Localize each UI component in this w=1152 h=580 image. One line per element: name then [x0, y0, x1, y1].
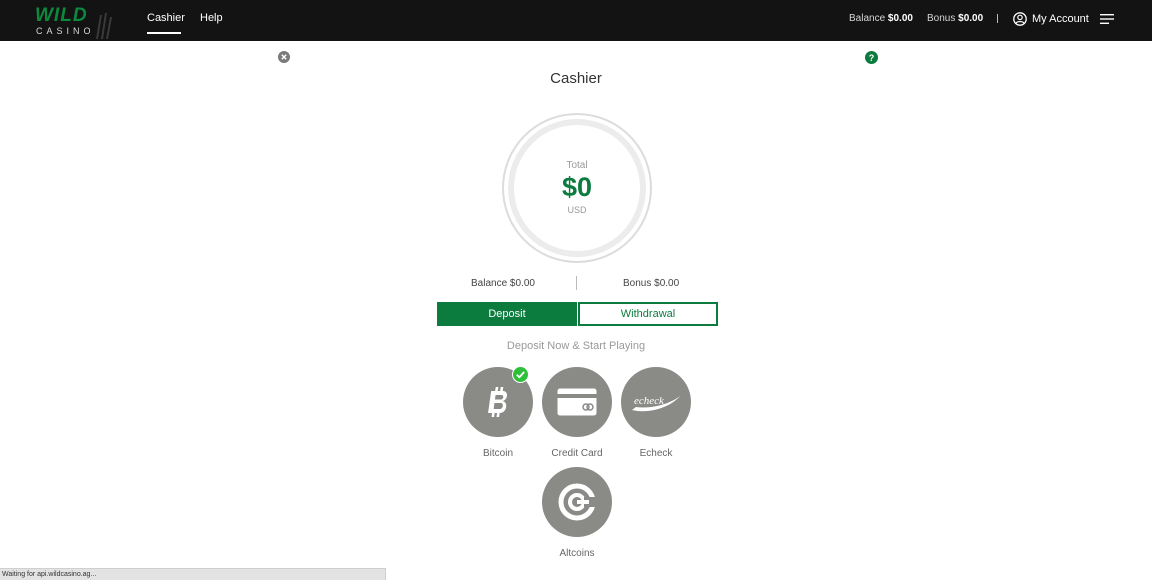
my-account-link[interactable]: My Account — [1032, 13, 1089, 25]
total-label: Total — [566, 160, 588, 171]
close-circle-icon[interactable] — [278, 51, 290, 63]
logo-wordmark: WILD — [35, 5, 88, 26]
wild-casino-logo[interactable]: WILD CASINO — [32, 5, 112, 39]
header-bonus-value: $0.00 — [958, 13, 984, 24]
method-altcoins-label: Altcoins — [559, 548, 595, 559]
logo-stripes-icon — [96, 13, 112, 39]
tab-withdrawal[interactable]: Withdrawal — [578, 302, 718, 326]
total-currency: USD — [567, 205, 587, 215]
header-balance-value: $0.00 — [887, 13, 913, 24]
nav-cashier-link[interactable]: Cashier — [147, 12, 185, 24]
balance-divider — [576, 276, 577, 290]
page-title: Cashier — [550, 70, 602, 87]
header-separator — [997, 14, 998, 23]
bonus-text: Bonus $0.00 — [623, 278, 680, 289]
active-nav-indicator — [147, 32, 181, 34]
credit-card-icon — [557, 388, 597, 416]
help-glyph: ? — [869, 53, 875, 63]
header-bonus-label: Bonus — [927, 13, 956, 24]
method-credit-card-label: Credit Card — [551, 448, 603, 459]
top-navigation-bar: WILD CASINO Cashier Help Balance $0.00 B… — [0, 0, 1152, 41]
deposit-subtitle: Deposit Now & Start Playing — [506, 340, 646, 352]
method-echeck-button[interactable]: echeck — [621, 367, 691, 437]
echeck-icon-text: echeck — [634, 395, 665, 407]
total-amount: $0 — [561, 172, 593, 202]
method-bitcoin-label: Bitcoin — [482, 448, 513, 459]
echeck-icon: echeck — [632, 395, 680, 412]
nav-help-link[interactable]: Help — [200, 12, 223, 24]
user-circle-icon[interactable] — [1013, 12, 1027, 26]
logo-subtitle: CASINO — [36, 26, 95, 36]
hamburger-menu-icon[interactable] — [1100, 13, 1114, 25]
method-credit-card-button[interactable] — [542, 367, 612, 437]
question-circle-icon[interactable]: ? — [865, 51, 878, 64]
browser-status-bar: Waiting for api.wildcasino.ag... — [0, 568, 386, 580]
header-balance-label: Balance — [849, 13, 886, 24]
tab-deposit[interactable]: Deposit — [437, 302, 577, 326]
altcoins-icon — [558, 483, 596, 521]
selected-check-icon — [512, 366, 529, 383]
bitcoin-icon — [488, 387, 507, 417]
method-altcoins-button[interactable] — [542, 467, 612, 537]
header-balance: Balance $0.00 — [849, 13, 913, 24]
balance-text: Balance $0.00 — [471, 278, 535, 289]
header-bonus: Bonus $0.00 — [927, 13, 983, 24]
method-echeck-label: Echeck — [639, 448, 673, 459]
